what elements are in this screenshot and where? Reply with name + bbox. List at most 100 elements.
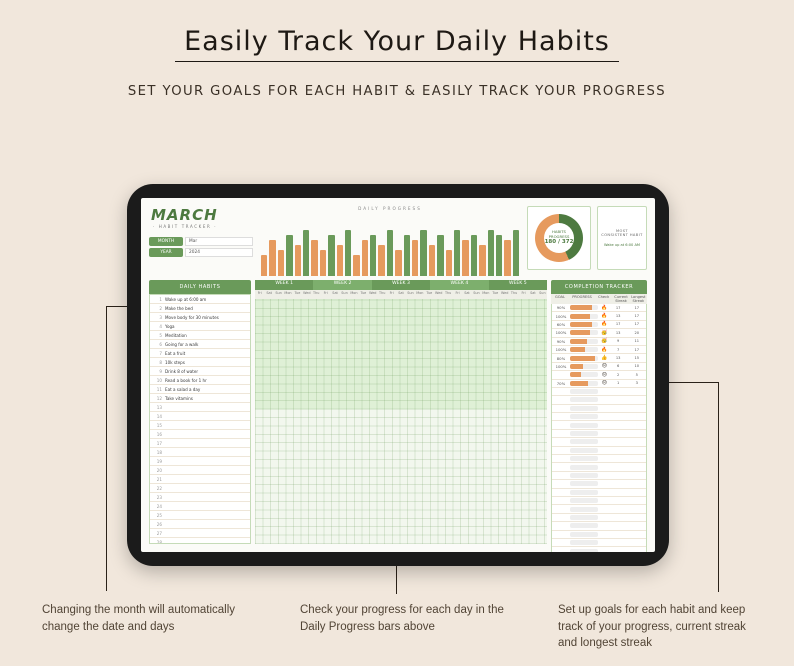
progress-donut-icon: HABITS PROGRESS 180 / 372 [535, 214, 583, 262]
goal-cell[interactable]: 80% [552, 356, 570, 361]
longest-streak-cell: 5 [627, 373, 646, 377]
habit-row[interactable]: 12Take vitamins [150, 394, 250, 403]
habit-row[interactable]: 16 [150, 430, 250, 439]
progress-cell [570, 314, 598, 319]
habit-row[interactable]: 21 [150, 475, 250, 484]
completion-row [552, 505, 646, 513]
progress-bar [412, 240, 418, 276]
week-header: WEEK 5 [489, 280, 547, 290]
progress-bar [261, 255, 267, 276]
day-header: Tue [359, 290, 368, 299]
habit-row[interactable]: 27 [150, 529, 250, 538]
habit-row[interactable]: 10Read a book for 1 hr [150, 376, 250, 385]
progress-bar [328, 235, 334, 276]
habit-row[interactable]: 25 [150, 511, 250, 520]
day-header: Mon [481, 290, 490, 299]
day-header: Mon [349, 290, 358, 299]
habit-row[interactable]: 9Drink 8 of water [150, 367, 250, 376]
habit-row[interactable]: 18 [150, 448, 250, 457]
habit-row[interactable]: 20 [150, 466, 250, 475]
day-header: Tue [491, 290, 500, 299]
current-streak-cell: 13 [609, 356, 628, 360]
habits-list[interactable]: 1Wake up at 6:00 am2Make the bed3Move bo… [149, 294, 251, 544]
day-header: Mon [283, 290, 292, 299]
progress-cell [570, 507, 598, 512]
habit-row[interactable]: 1Wake up at 6:00 am [150, 295, 250, 304]
longest-streak-cell: 17 [627, 348, 646, 352]
checkbox-grid[interactable] [255, 299, 547, 544]
day-header: Thu [377, 290, 386, 299]
progress-cell [570, 473, 598, 478]
habit-row[interactable]: 28 [150, 538, 250, 544]
progress-cell [570, 339, 598, 344]
progress-cell [570, 490, 598, 495]
habit-row[interactable]: 810k steps [150, 358, 250, 367]
most-consistent-card: MOST CONSISTENT HABIT Wake up at 6:00 AM [597, 206, 647, 270]
status-emoji-icon: 🔥 [600, 305, 609, 311]
completion-col-header: Check [595, 294, 612, 304]
day-header: Wed [368, 290, 377, 299]
progress-bar [404, 235, 410, 276]
habit-row[interactable]: 17 [150, 439, 250, 448]
habit-row[interactable]: 4Yoga [150, 322, 250, 331]
completion-row [552, 430, 646, 438]
daily-habits-header: DAILY HABITS [149, 280, 251, 294]
goal-cell[interactable]: 70% [552, 381, 570, 386]
completion-col-header: PROGRESS [569, 294, 595, 304]
habit-row[interactable]: 14 [150, 412, 250, 421]
progress-cell [570, 406, 598, 411]
day-header: Sat [396, 290, 405, 299]
goal-cell[interactable]: 100% [552, 364, 570, 369]
goal-cell[interactable]: 100% [552, 347, 570, 352]
progress-bar [488, 230, 494, 277]
habit-row[interactable]: 26 [150, 520, 250, 529]
year-selector[interactable]: 2024 [185, 248, 253, 257]
completion-row: 90%🥳911 [552, 338, 646, 346]
goal-cell[interactable]: 60% [552, 322, 570, 327]
habit-row[interactable]: 2Make the bed [150, 304, 250, 313]
day-header: Sun [472, 290, 481, 299]
habit-row[interactable]: 22 [150, 484, 250, 493]
habit-row[interactable]: 19 [150, 457, 250, 466]
progress-cell [570, 532, 598, 537]
day-header: Sun [340, 290, 349, 299]
progress-bar [496, 235, 502, 276]
progress-cell [570, 397, 598, 402]
month-label: MONTH [149, 237, 183, 246]
tracking-grid[interactable]: WEEK 1WEEK 2WEEK 3WEEK 4WEEK 5 FriSatSun… [255, 280, 547, 544]
habit-row[interactable]: 7Eat a fruit [150, 349, 250, 358]
progress-cell [570, 347, 598, 352]
progress-bar [437, 235, 443, 276]
habit-row[interactable]: 13 [150, 403, 250, 412]
progress-cell [570, 465, 598, 470]
habit-row[interactable]: 11Eat a salad a day [150, 385, 250, 394]
day-header: Fri [453, 290, 462, 299]
current-streak-cell: 9 [609, 339, 628, 343]
habit-row[interactable]: 6Going for a walk [150, 340, 250, 349]
habit-row[interactable]: 23 [150, 493, 250, 502]
goal-cell[interactable]: 100% [552, 330, 570, 335]
habit-row[interactable]: 3Move body for 30 minutes [150, 313, 250, 322]
day-header: Sun [274, 290, 283, 299]
progress-bar [370, 235, 376, 276]
longest-streak-cell: 15 [627, 356, 646, 360]
status-emoji-icon: 👍 [600, 355, 609, 361]
habit-row[interactable]: 24 [150, 502, 250, 511]
progress-cell [570, 356, 598, 361]
completion-row [552, 405, 646, 413]
current-streak-cell: 13 [609, 314, 628, 318]
progress-cell [570, 448, 598, 453]
month-selector[interactable]: Mar [185, 237, 253, 246]
callout-line-right-v [718, 382, 719, 592]
completion-row [552, 421, 646, 429]
habit-row[interactable]: 5Meditation [150, 331, 250, 340]
goal-cell[interactable]: 90% [552, 339, 570, 344]
progress-cell [570, 364, 598, 369]
progress-bar [303, 230, 309, 277]
status-emoji-icon: 😐 [600, 372, 609, 378]
goal-cell[interactable]: 90% [552, 305, 570, 310]
tracker-subtitle: · HABIT TRACKER · [153, 224, 253, 229]
habit-row[interactable]: 15 [150, 421, 250, 430]
callout-center: Check your progress for each day in the … [300, 602, 510, 635]
goal-cell[interactable]: 100% [552, 314, 570, 319]
